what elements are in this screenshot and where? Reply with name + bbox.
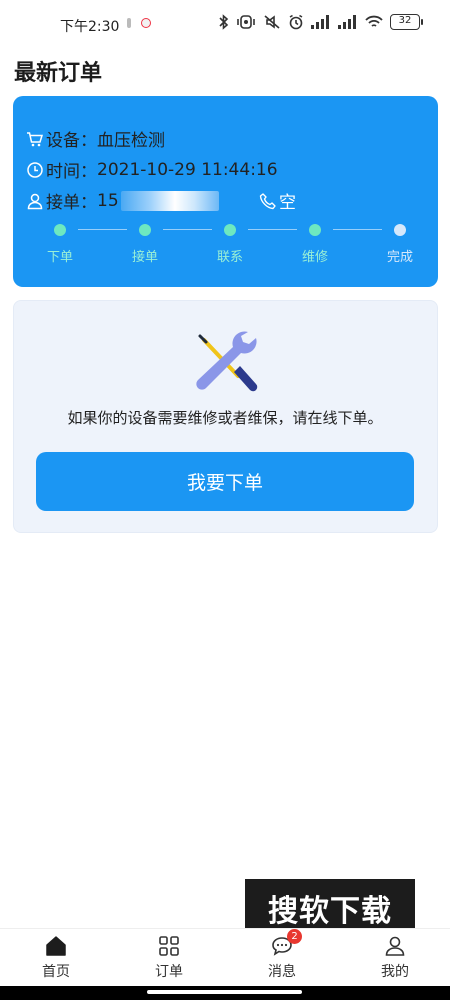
- time-value: 2021-10-29 11:44:16: [97, 159, 278, 180]
- progress-step-label: 维修: [301, 250, 328, 265]
- notification-app-icon: [141, 18, 151, 28]
- progress-step: 联系: [200, 224, 260, 265]
- tab-home-label: 首页: [42, 964, 70, 980]
- info-message: 如果你的设备需要维修或者维保，请在线下单。: [67, 409, 383, 427]
- time-label: 时间：: [46, 162, 97, 182]
- progress-step: 维修: [285, 224, 345, 265]
- tab-messages-label: 消息: [268, 964, 296, 980]
- taker-phone-prefix: 15: [97, 190, 119, 211]
- place-order-button[interactable]: 我要下单: [36, 452, 414, 511]
- progress-step-dot: [394, 224, 406, 236]
- progress-step-label: 下单: [46, 250, 73, 265]
- system-status-icons: 32: [219, 14, 423, 30]
- chat-icon: 2: [269, 929, 302, 959]
- home-icon: [43, 933, 69, 959]
- mute-icon: [264, 15, 280, 29]
- order-progress: 下单 接单 联系 维修 完成: [47, 224, 413, 268]
- wifi-icon: [365, 15, 383, 27]
- notification-arrow-icon: [127, 18, 131, 28]
- status-time: 下午2:30: [60, 19, 120, 35]
- tab-home[interactable]: 首页: [16, 933, 96, 981]
- order-time-row: 时间： 2021-10-29 11:44:16: [26, 157, 278, 182]
- bottom-tab-bar: 首页 订单 2 消息 我的: [0, 928, 450, 986]
- user-icon: [382, 933, 408, 959]
- contact-phone[interactable]: 空: [259, 188, 296, 213]
- tab-orders[interactable]: 订单: [129, 933, 209, 981]
- phone-redaction-mask: [120, 190, 219, 211]
- device-label: 设备：: [46, 131, 97, 151]
- battery-indicator: 32: [390, 14, 423, 30]
- progress-step-label: 接单: [131, 250, 158, 265]
- page-title: 最新订单: [14, 61, 103, 86]
- device-value: 血压检测: [97, 131, 165, 151]
- progress-step: 接单: [115, 224, 175, 265]
- order-taker-row: 接单： 15: [26, 188, 219, 213]
- vibrate-icon: [237, 15, 255, 29]
- progress-step: 下单: [30, 224, 90, 265]
- progress-step-label: 完成: [386, 250, 413, 265]
- status-bar: 下午2:30 32: [0, 0, 450, 50]
- home-indicator[interactable]: [147, 990, 302, 994]
- notification-icons: [127, 18, 151, 28]
- clock-icon: [26, 161, 44, 179]
- phone-icon: [259, 192, 277, 210]
- tab-profile[interactable]: 我的: [355, 933, 435, 981]
- progress-step-dot: [309, 224, 321, 236]
- signal-icon: [311, 15, 329, 29]
- wrench-screwdriver-icon: [196, 331, 258, 392]
- user-icon: [26, 192, 44, 210]
- signal-hd-icon: [338, 15, 356, 29]
- alarm-icon: [289, 14, 303, 30]
- progress-step-dot: [139, 224, 151, 236]
- tab-messages[interactable]: 2 消息: [242, 929, 322, 981]
- progress-step: 完成: [370, 224, 430, 265]
- tab-orders-label: 订单: [155, 964, 183, 980]
- progress-step-dot: [54, 224, 66, 236]
- tab-profile-label: 我的: [381, 964, 409, 980]
- contact-value: 空: [279, 193, 296, 213]
- progress-step-dot: [224, 224, 236, 236]
- bluetooth-icon: [219, 14, 229, 30]
- grid-icon: [156, 933, 182, 959]
- cart-icon: [26, 130, 44, 148]
- order-device-row: 设备： 血压检测: [26, 126, 165, 151]
- taker-label: 接单：: [46, 193, 97, 213]
- message-badge: 2: [287, 929, 302, 944]
- progress-step-label: 联系: [216, 250, 243, 265]
